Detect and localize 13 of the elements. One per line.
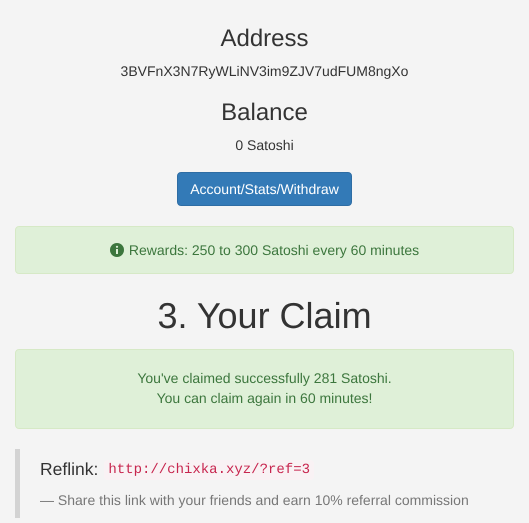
- account-button[interactable]: Account/Stats/Withdraw: [177, 172, 352, 206]
- claim-message: You can claim again in 60 minutes!: [156, 389, 372, 408]
- address-heading: Address: [220, 24, 309, 53]
- referral-note: — Share this link with your friends and earn 10% referral commission: [40, 492, 470, 508]
- balance-heading: Balance: [221, 98, 308, 127]
- reflink-url: http://chixka.xyz/?ref=3: [104, 460, 314, 480]
- info-icon: [110, 243, 124, 257]
- claim-message: You've claimed successfully 281 Satoshi.: [137, 369, 392, 388]
- rewards-text: Rewards: 250 to 300 Satoshi every 60 minutes: [128, 242, 420, 258]
- claim-heading: 3. Your Claim: [157, 296, 372, 336]
- balance-value: 0 Satoshi: [235, 137, 294, 153]
- address-value: 3BVFnX3N7RyWLiNV3im9ZJV7udFUM8ngXo: [120, 63, 408, 79]
- reflink-label: Reflink:: [40, 459, 98, 480]
